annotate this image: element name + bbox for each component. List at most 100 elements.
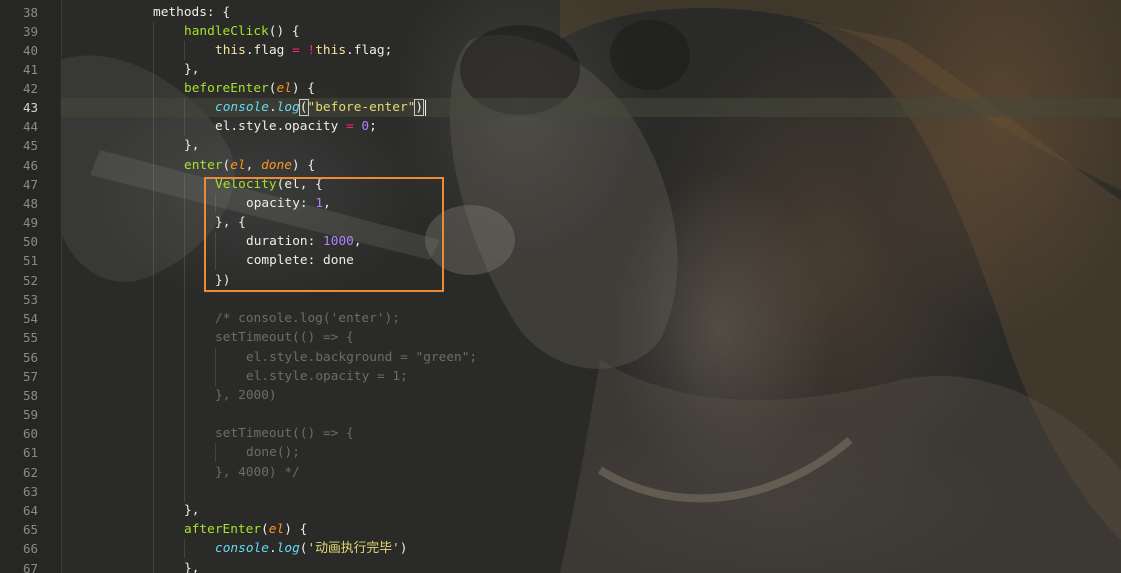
line-number: 63 — [22, 484, 38, 499]
line-number: 39 — [22, 24, 38, 39]
code-token: afterEnter — [184, 522, 262, 537]
code-editor[interactable]: 38 39 40 41 42 43 44 45 46 47 48 49 50 5… — [0, 0, 1121, 573]
code-line-39[interactable]: handleClick() { — [184, 22, 300, 41]
code-token: 0 — [361, 119, 370, 134]
code-token: = — [345, 119, 354, 134]
line-number: 61 — [22, 445, 38, 460]
code-token: = — [292, 43, 300, 58]
code-token: , — [245, 158, 262, 173]
code-line-55[interactable]: setTimeout(() => { — [215, 328, 354, 347]
code-line-60[interactable]: setTimeout(() => { — [215, 424, 354, 443]
background-photo — [60, 0, 1121, 573]
comment-token: el.style.background = "green"; — [246, 350, 478, 365]
code-token: ; — [369, 119, 377, 134]
indent-guide — [184, 98, 185, 136]
line-number-active: 43 — [22, 100, 38, 115]
code-token: .flag; — [346, 43, 393, 58]
matching-bracket: ( — [298, 99, 309, 116]
line-number: 57 — [22, 369, 38, 384]
line-number: 40 — [22, 43, 38, 58]
code-token: methods: { — [153, 5, 231, 20]
code-token: log — [276, 541, 300, 556]
code-token: handleClick — [184, 24, 269, 39]
code-token: ) { — [291, 81, 316, 96]
line-number: 52 — [22, 273, 38, 288]
code-line-43[interactable]: console.log("before-enter") — [215, 98, 425, 117]
code-line-41[interactable]: }, — [184, 60, 199, 79]
code-line-62[interactable]: }, 4000) */ — [215, 463, 300, 482]
line-number: 66 — [22, 541, 38, 556]
code-line-54[interactable]: /* console.log('enter'); — [215, 309, 400, 328]
code-token: () { — [268, 24, 300, 39]
matching-bracket: ) — [414, 99, 425, 116]
code-token: "before-enter" — [307, 100, 416, 115]
code-line-46[interactable]: enter(el, done) { — [184, 156, 315, 175]
line-number: 54 — [22, 311, 38, 326]
code-token: ) — [399, 541, 408, 556]
code-token: ) { — [291, 158, 316, 173]
code-line-58[interactable]: }, 2000) — [215, 386, 277, 405]
indent-guide — [153, 22, 154, 573]
line-number: 53 — [22, 292, 38, 307]
code-line-56[interactable]: el.style.background = "green"; — [246, 348, 477, 367]
line-number: 46 — [22, 158, 38, 173]
code-line-66[interactable]: console.log('动画执行完毕') — [215, 539, 407, 558]
code-token: console — [215, 541, 269, 556]
code-line-42[interactable]: beforeEnter(el) { — [184, 79, 315, 98]
line-number: 38 — [22, 5, 38, 20]
comment-token: el.style.opacity = 1; — [246, 369, 408, 384]
indent-guide — [184, 41, 185, 60]
line-number: 51 — [22, 253, 38, 268]
code-line-38[interactable]: methods: { — [153, 3, 230, 22]
line-number: 59 — [22, 407, 38, 422]
code-token: ( — [261, 522, 269, 537]
code-token: . — [268, 100, 277, 115]
line-number-gutter: 38 39 40 41 42 43 44 45 46 47 48 49 50 5… — [0, 0, 62, 573]
code-line-44[interactable]: el.style.opacity = 0; — [215, 117, 377, 136]
line-number: 50 — [22, 234, 38, 249]
code-line-67[interactable]: }, — [184, 559, 199, 573]
comment-token: }, 4000) */ — [215, 465, 300, 480]
indent-guide — [215, 348, 216, 386]
code-token: beforeEnter — [184, 81, 269, 96]
code-token: this — [315, 43, 347, 58]
code-token: .flag — [245, 43, 293, 58]
code-token: console — [215, 100, 269, 115]
code-line-65[interactable]: afterEnter(el) { — [184, 520, 307, 539]
line-number: 60 — [22, 426, 38, 441]
line-number: 65 — [22, 522, 38, 537]
comment-token: setTimeout(() => { — [215, 330, 354, 345]
code-line-57[interactable]: el.style.opacity = 1; — [246, 367, 408, 386]
code-line-64[interactable]: }, — [184, 501, 199, 520]
code-token: ) { — [284, 522, 308, 537]
code-line-61[interactable]: done(); — [246, 443, 300, 462]
code-token: el.style.opacity — [215, 119, 346, 134]
code-token: enter — [184, 158, 223, 173]
code-token: log — [276, 100, 300, 115]
line-number: 55 — [22, 330, 38, 345]
code-token: '动画执行完毕' — [307, 541, 400, 556]
line-number: 62 — [22, 465, 38, 480]
line-number: 45 — [22, 138, 38, 153]
text-caret — [425, 100, 426, 116]
indent-guide — [184, 175, 185, 502]
code-line-40[interactable]: this.flag = !this.flag; — [215, 41, 392, 60]
code-token: done — [261, 158, 292, 173]
line-number: 67 — [22, 561, 38, 573]
line-number: 49 — [22, 215, 38, 230]
line-number: 48 — [22, 196, 38, 211]
code-token: el — [276, 81, 292, 96]
comment-token: done(); — [246, 445, 300, 460]
line-number: 41 — [22, 62, 38, 77]
code-line-45[interactable]: }, — [184, 136, 199, 155]
code-token: ( — [299, 541, 308, 556]
code-token: this — [215, 43, 246, 58]
comment-token: }, 2000) — [215, 388, 277, 403]
code-token: }, — [184, 561, 200, 573]
code-token: }, — [184, 138, 200, 153]
line-number: 56 — [22, 350, 38, 365]
indent-guide — [184, 539, 185, 558]
comment-token: setTimeout(() => { — [215, 426, 354, 441]
line-number: 42 — [22, 81, 38, 96]
